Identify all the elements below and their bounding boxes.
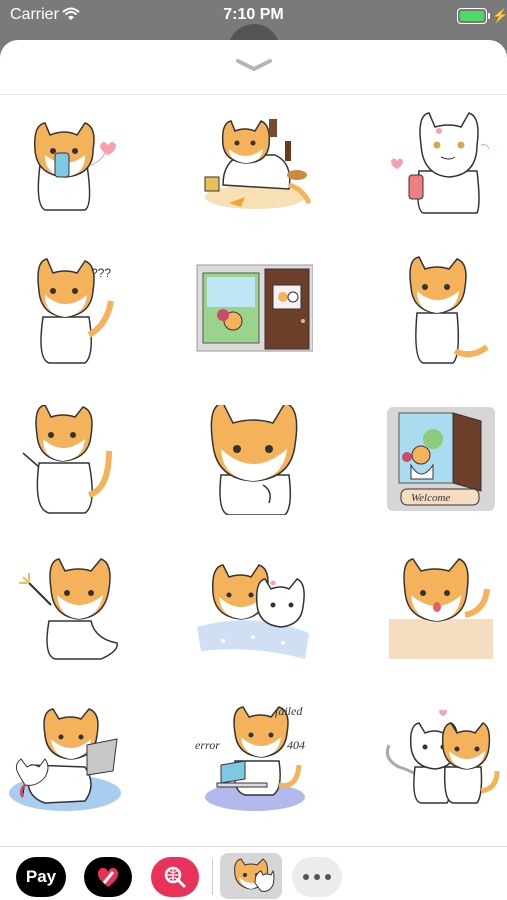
apple-pay-label: Pay [25,867,57,886]
battery-icon: ⚡ [457,8,507,24]
more-apps-button[interactable] [292,857,342,897]
sticker-cat-standing[interactable] [376,250,506,370]
globe-search-icon [164,866,186,888]
digital-touch-button[interactable] [84,857,132,897]
apple-pay-button[interactable]: Pay [16,857,66,897]
sticker-cats-laptop-rug[interactable] [0,700,130,820]
failed-text: failed [275,705,303,718]
sticker-cat-window-door[interactable] [188,250,318,370]
more-dot-icon [303,874,309,880]
sticker-sheet: ??? Welcome error failed 404 Pay [0,40,507,900]
sticker-white-cat-phone-heart[interactable] [376,100,506,220]
images-search-button[interactable] [151,857,199,897]
sticker-cat-phone-heart[interactable] [0,100,130,220]
clock: 7:10 PM [223,6,284,23]
sticker-cat-error-404[interactable]: error failed 404 [188,700,318,820]
heart-icon [97,867,119,887]
more-dot-icon [325,874,331,880]
sticker-cat-peeking-wall[interactable] [376,550,506,670]
tray-separator [212,859,213,895]
404-text: 404 [287,738,305,752]
confused-text: ??? [91,266,111,280]
cat-sticker-app-button[interactable] [220,853,282,899]
app-tray: Pay [0,846,507,900]
divider [0,94,507,95]
sticker-cat-confused[interactable]: ??? [0,250,130,370]
sticker-cat-arms-up[interactable] [0,400,130,520]
sticker-cat-welcome-door[interactable]: Welcome [376,400,506,520]
more-dot-icon [314,874,320,880]
sticker-cat-thinking[interactable] [188,400,318,520]
sticker-cat-junk-food[interactable] [188,100,318,220]
cat-app-icon [234,858,275,892]
collapse-chevron-icon[interactable] [234,58,274,72]
error-text: error [195,738,220,752]
sticker-cats-cuddle-bed[interactable] [188,550,318,670]
sticker-cats-hugging[interactable] [376,700,506,820]
welcome-mat-text: Welcome [411,492,450,504]
sticker-grid: ??? Welcome error failed 404 [0,100,507,840]
sticker-cat-sparkler[interactable] [0,550,130,670]
